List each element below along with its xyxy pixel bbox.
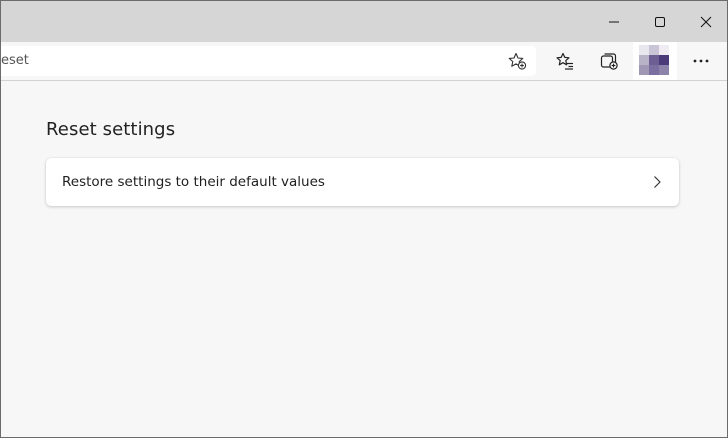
- minimize-icon: [609, 21, 619, 22]
- restore-defaults-label: Restore settings to their default values: [62, 174, 325, 190]
- address-text[interactable]: eset: [1, 53, 29, 68]
- address-bar[interactable]: eset: [1, 46, 536, 76]
- browser-toolbar: eset: [1, 42, 727, 81]
- add-favorite-icon: [508, 52, 527, 70]
- more-button[interactable]: [685, 46, 717, 76]
- close-button[interactable]: [683, 1, 727, 42]
- profile-button[interactable]: [633, 42, 677, 80]
- collections-icon: [600, 53, 618, 70]
- favorites-icon: [556, 52, 573, 70]
- add-favorite-button[interactable]: [501, 46, 533, 76]
- more-icon: [693, 59, 709, 63]
- maximize-icon: [655, 16, 665, 27]
- title-bar: [1, 1, 727, 42]
- close-icon: [700, 16, 712, 27]
- maximize-button[interactable]: [637, 1, 683, 42]
- browser-window: eset Reset settings Restore settings to …: [0, 0, 728, 438]
- restore-defaults-item[interactable]: Restore settings to their default values: [46, 158, 679, 206]
- chevron-right-icon: [651, 174, 663, 193]
- settings-content: Reset settings Restore settings to their…: [1, 81, 727, 437]
- minimize-button[interactable]: [591, 1, 637, 42]
- favorites-button[interactable]: [549, 46, 581, 76]
- page-title: Reset settings: [46, 119, 176, 140]
- collections-button[interactable]: [593, 46, 625, 76]
